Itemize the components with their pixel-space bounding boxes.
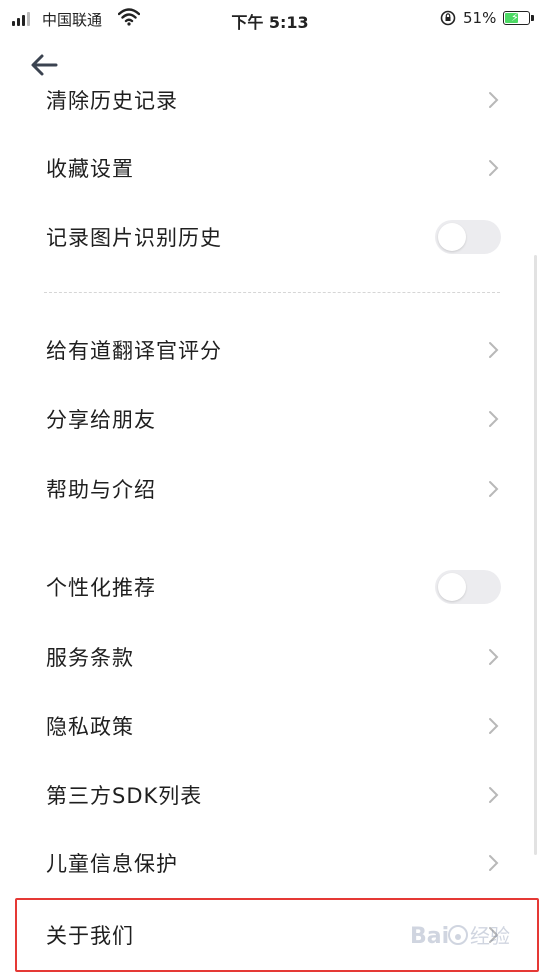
battery-charging-icon: ⚡: [503, 11, 534, 25]
chevron-right-icon: [489, 92, 499, 108]
settings-item-label: 收藏设置: [46, 157, 134, 181]
settings-item-label: 给有道翻译官评分: [46, 339, 222, 363]
settings-item-label: 分享给朋友: [46, 408, 156, 432]
svg-text:经验: 经验: [470, 924, 510, 948]
settings-item-personalized: 个性化推荐: [0, 557, 540, 617]
chevron-right-icon: [489, 855, 499, 871]
chevron-right-icon: [489, 160, 499, 176]
settings-item-sdk-list[interactable]: 第三方SDK列表: [0, 765, 540, 825]
chevron-right-icon: [489, 649, 499, 665]
settings-item-label: 第三方SDK列表: [46, 784, 203, 808]
chevron-right-icon: [489, 787, 499, 803]
scrollbar[interactable]: [534, 255, 537, 855]
settings-item-image-history: 记录图片识别历史: [0, 207, 540, 267]
svg-text:Bai: Bai: [410, 924, 449, 949]
chevron-right-icon: [489, 481, 499, 497]
personalized-toggle[interactable]: [435, 570, 501, 604]
orientation-lock-icon: [440, 10, 456, 26]
image-history-toggle[interactable]: [435, 220, 501, 254]
settings-item-label: 个性化推荐: [46, 576, 156, 600]
chevron-right-icon: [489, 342, 499, 358]
settings-item-terms[interactable]: 服务条款: [0, 627, 540, 687]
settings-item-privacy[interactable]: 隐私政策: [0, 696, 540, 756]
settings-item-label: 记录图片识别历史: [46, 226, 222, 250]
settings-item-label: 儿童信息保护: [46, 852, 178, 876]
status-bar: 中国联通 下午 5:13 51% ⚡: [0, 0, 540, 36]
toggle-knob: [438, 223, 466, 251]
settings-item-share[interactable]: 分享给朋友: [0, 389, 540, 449]
settings-item-help[interactable]: 帮助与介绍: [0, 459, 540, 519]
chevron-right-icon: [489, 411, 499, 427]
settings-item-favorites[interactable]: 收藏设置: [0, 138, 540, 198]
back-arrow-icon[interactable]: [28, 50, 60, 80]
settings-item-clear-history[interactable]: 清除历史记录: [0, 84, 540, 114]
section-divider: [44, 292, 500, 293]
battery-percent: 51%: [463, 9, 497, 27]
baidu-watermark-logo: Bai 经验: [410, 924, 510, 949]
settings-item-label: 帮助与介绍: [46, 478, 156, 502]
toggle-knob: [438, 573, 466, 601]
chevron-right-icon: [489, 718, 499, 734]
settings-item-label: 服务条款: [46, 646, 134, 670]
settings-item-rate-app[interactable]: 给有道翻译官评分: [0, 320, 540, 380]
status-time: 下午 5:13: [231, 13, 309, 32]
settings-item-child-protection[interactable]: 儿童信息保护: [0, 833, 540, 893]
settings-item-label: 隐私政策: [46, 715, 134, 739]
settings-item-label: 清除历史记录: [46, 89, 178, 113]
